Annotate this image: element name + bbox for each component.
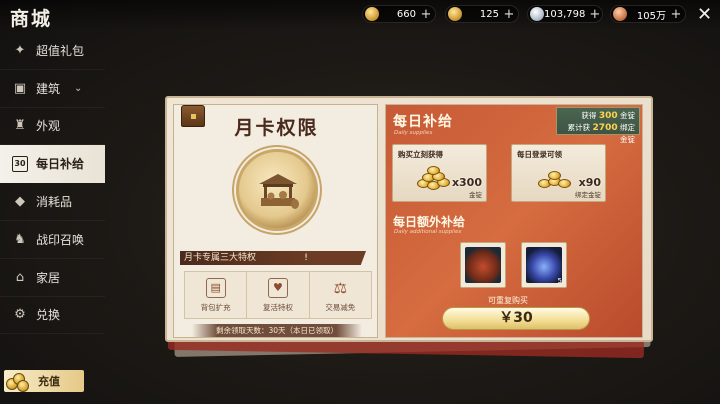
outfit-icon: ♜	[14, 118, 26, 134]
currency-gold-ingot[interactable]: 125 +	[445, 5, 519, 23]
currency-value: 660	[396, 8, 416, 20]
sidebar-item-label: 外观	[36, 119, 61, 134]
privilege-header-tail	[314, 251, 366, 265]
reward-unit: 绑定金锭	[575, 191, 601, 199]
sidebar-item-label: 消耗品	[36, 195, 73, 210]
sidebar-item-label: 战印召唤	[36, 232, 85, 247]
extra-item-food[interactable]	[460, 242, 506, 288]
sidebar-item-label: 家居	[36, 270, 61, 285]
sidebar-item-summon[interactable]: ♞ 战印召唤	[0, 221, 105, 259]
currency-value: 103,798	[544, 8, 586, 20]
extra-supply-title: 每日额外补给	[393, 215, 466, 229]
heart-icon: ♥	[267, 277, 288, 298]
add-icon[interactable]: +	[589, 7, 600, 22]
gain-summary: 获得 300 金锭 累计获 2700 绑定金锭	[556, 107, 640, 144]
sidebar-item-appearance[interactable]: ♜ 外观	[0, 108, 105, 146]
reward-daily-login: 每日登录可领 x90 绑定金锭	[511, 144, 606, 202]
add-icon[interactable]: +	[670, 7, 682, 22]
calendar-icon: 30	[12, 155, 28, 172]
monthly-card: 月卡权限 月卡专属三大特权 ! ▤ 背包扩充 ♥ 复活特权 ⚖ 交易减免 剩余领…	[165, 96, 653, 342]
sidebar-item-daily-supply[interactable]: 30 每日补给	[0, 145, 105, 184]
perk-revive: ♥ 复活特权	[247, 272, 310, 318]
daily-supply-title: 每日补给	[393, 114, 453, 130]
horse-icon: ♞	[14, 231, 26, 247]
gem-icon: ◆	[15, 194, 25, 210]
reward-amount: x300	[451, 176, 482, 189]
currency-value: 125	[479, 8, 499, 20]
perk-label: 背包扩充	[200, 302, 231, 312]
repurchase-note: 可重复购买	[488, 296, 528, 305]
add-icon[interactable]: +	[503, 7, 515, 22]
privilege-header: 月卡专属三大特权	[180, 251, 314, 265]
sidebar-item-furniture[interactable]: ⌂ 家居	[0, 259, 105, 297]
reward-title: 购买立刻获得	[398, 150, 443, 159]
furniture-icon: ⌂	[15, 269, 25, 285]
buy-button[interactable]: ￥30	[442, 307, 590, 330]
reward-unit: 金锭	[469, 191, 482, 199]
silver-coin-icon	[530, 7, 544, 21]
add-icon[interactable]: +	[420, 7, 432, 22]
gold-ingot-pile-icon	[415, 165, 455, 193]
currency-copper[interactable]: 105万 +	[610, 5, 686, 23]
extra-item-potion[interactable]: 5	[521, 242, 567, 288]
sidebar-item-label: 超值礼包	[36, 43, 85, 58]
bound-gold-ingot-icon	[534, 165, 574, 193]
perk-backpack: ▤ 背包扩充	[185, 272, 248, 318]
gold-coin-icon	[365, 7, 379, 21]
sidebar-item-label: 建筑	[36, 81, 61, 96]
sidebar-item-building[interactable]: ▣ 建筑 ⌄	[0, 70, 105, 108]
chevron-down-icon[interactable]: ⌄	[74, 83, 82, 94]
currency-value: 105万	[636, 10, 666, 22]
gift-pack-icon: ✦	[14, 42, 26, 58]
market-stall-icon	[259, 174, 299, 209]
recharge-label: 充值	[38, 375, 60, 388]
perk-list: ▤ 背包扩充 ♥ 复活特权 ⚖ 交易减免	[184, 271, 372, 319]
copper-coin-icon	[613, 7, 627, 21]
sidebar-item-exchange[interactable]: ⚙ 兑换	[0, 297, 105, 335]
info-icon[interactable]: !	[300, 251, 312, 265]
extra-supply-subtitle: Daily additional supplies	[394, 229, 462, 235]
perk-trade: ⚖ 交易减免	[310, 272, 371, 318]
remaining-days: 剩余领取天数：30天（本日已领取）	[192, 324, 362, 337]
scales-icon: ⚖	[333, 278, 348, 297]
building-icon: ▣	[13, 80, 27, 96]
perk-label: 交易减免	[325, 302, 356, 312]
recharge-button[interactable]: 充值	[4, 370, 84, 392]
reward-title: 每日登录可领	[517, 150, 562, 159]
currency-gold-coin[interactable]: 660 +	[362, 5, 436, 23]
sidebar: ✦ 超值礼包 ▣ 建筑 ⌄ ♜ 外观 30 每日补给 ◆ 消耗品 ♞ 战印召唤 …	[0, 32, 105, 335]
perk-label: 复活特权	[262, 302, 293, 312]
currency-silver[interactable]: 103,798 +	[527, 5, 603, 23]
coin-stack-icon	[4, 370, 30, 392]
close-icon[interactable]: ✕	[697, 4, 712, 25]
sidebar-item-label: 兑换	[36, 308, 61, 323]
reward-instant: 购买立刻获得 x300 金锭	[392, 144, 487, 202]
sidebar-item-label: 每日补给	[36, 157, 85, 172]
daily-supply-panel: 每日补给 Daily supplies 获得 300 金锭 累计获 2700 绑…	[385, 104, 643, 338]
merchant-stall-emblem	[236, 149, 318, 231]
food-basket-icon	[465, 247, 501, 283]
exchange-icon: ⚙	[14, 307, 26, 323]
daily-supply-subtitle: Daily supplies	[394, 130, 433, 136]
sidebar-item-gift-packs[interactable]: ✦ 超值礼包	[0, 32, 105, 70]
item-count: 5	[557, 277, 562, 285]
reward-amount: x90	[578, 176, 601, 189]
backpack-icon: ▤	[205, 277, 226, 298]
gold-ingot-icon	[448, 7, 462, 21]
monthly-card-title: 月卡权限	[234, 117, 319, 139]
sidebar-item-consumables[interactable]: ◆ 消耗品	[0, 183, 105, 221]
monthly-card-privileges: 月卡权限 月卡专属三大特权 ! ▤ 背包扩充 ♥ 复活特权 ⚖ 交易减免 剩余领…	[173, 104, 378, 338]
page-title: 商城	[10, 8, 53, 30]
